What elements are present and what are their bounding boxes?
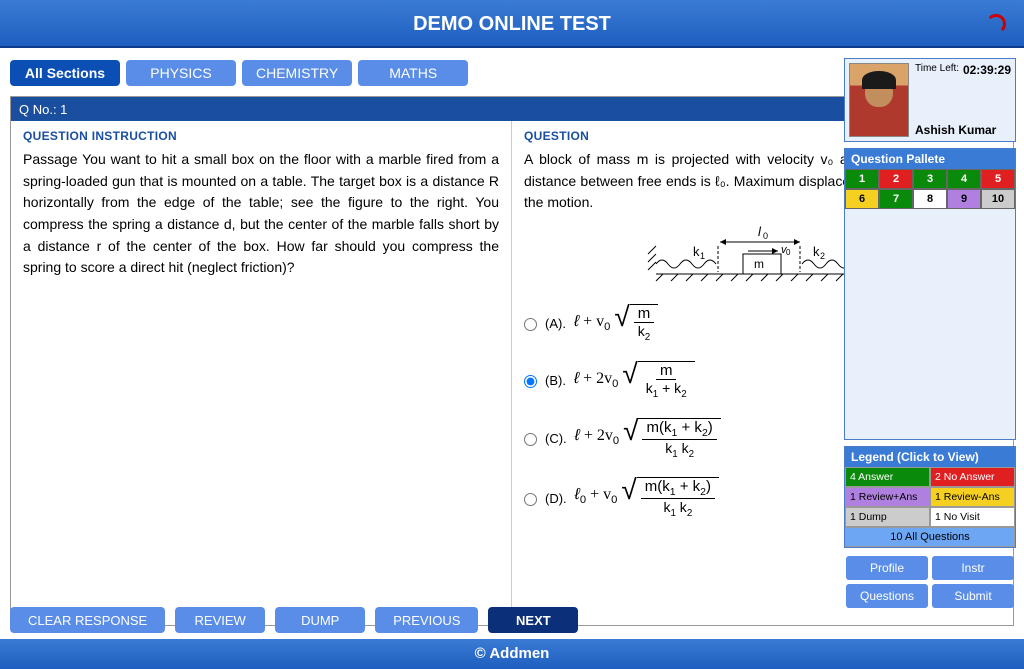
palette-cell-3[interactable]: 3 xyxy=(913,169,947,189)
question-palette: Question Pallete 12345 678910 xyxy=(844,148,1016,440)
dump-button[interactable]: DUMP xyxy=(275,607,365,633)
option-label: (D). xyxy=(545,491,567,506)
submit-button[interactable]: Submit xyxy=(932,584,1014,608)
option-label: (C). xyxy=(545,431,567,446)
legend-panel: Legend (Click to View) 4 Answer2 No Answ… xyxy=(844,446,1016,548)
option-radio-3[interactable] xyxy=(524,493,537,506)
svg-text:m: m xyxy=(754,257,764,271)
profile-button[interactable]: Profile xyxy=(846,556,928,580)
legend-item[interactable]: 1 No Visit xyxy=(930,507,1015,527)
instr-button[interactable]: Instr xyxy=(932,556,1014,580)
palette-cell-10[interactable]: 10 xyxy=(981,189,1015,209)
legend-item[interactable]: 1 Review-Ans xyxy=(930,487,1015,507)
option-radio-1[interactable] xyxy=(524,375,537,388)
svg-text:0: 0 xyxy=(786,248,791,257)
palette-cell-8[interactable]: 8 xyxy=(913,189,947,209)
option-radio-0[interactable] xyxy=(524,318,537,331)
palette-title: Question Pallete xyxy=(845,149,1015,169)
app-title: DEMO ONLINE TEST xyxy=(413,13,611,35)
palette-cell-7[interactable]: 7 xyxy=(879,189,913,209)
section-tab-all-sections[interactable]: All Sections xyxy=(10,60,120,86)
loading-spinner-icon xyxy=(986,14,1006,34)
svg-text:1: 1 xyxy=(700,251,705,261)
option-label: (A). xyxy=(545,316,566,331)
section-tab-physics[interactable]: PHYSICS xyxy=(126,60,236,86)
option-equation: ℓ + 2v0 √m(k1 + k2)k1 k2 xyxy=(575,418,721,460)
palette-cell-9[interactable]: 9 xyxy=(947,189,981,209)
palette-cell-4[interactable]: 4 xyxy=(947,169,981,189)
instruction-text: Passage You want to hit a small box on t… xyxy=(23,149,499,279)
bottom-buttons: CLEAR RESPONSE REVIEW DUMP PREVIOUS NEXT xyxy=(10,607,578,633)
next-button[interactable]: NEXT xyxy=(488,607,578,633)
palette-cell-5[interactable]: 5 xyxy=(981,169,1015,189)
option-label: (B). xyxy=(545,373,566,388)
sidebar: Time Left: 02:39:29 Ashish Kumar Questio… xyxy=(844,58,1016,610)
legend-item[interactable]: 1 Dump xyxy=(845,507,930,527)
palette-cell-2[interactable]: 2 xyxy=(879,169,913,189)
svg-text:k: k xyxy=(693,244,700,259)
option-equation: ℓ + v0 √mk2 xyxy=(574,304,658,343)
legend-total[interactable]: 10 All Questions xyxy=(845,527,1015,547)
palette-cell-1[interactable]: 1 xyxy=(845,169,879,189)
timer-label: Time Left: xyxy=(915,63,959,77)
user-avatar xyxy=(849,63,909,137)
svg-text:0: 0 xyxy=(763,231,768,241)
questions-button[interactable]: Questions xyxy=(846,584,928,608)
legend-item[interactable]: 4 Answer xyxy=(845,467,930,487)
legend-item[interactable]: 2 No Answer xyxy=(930,467,1015,487)
footer: © Addmen xyxy=(0,639,1024,669)
review-button[interactable]: REVIEW xyxy=(175,607,265,633)
previous-button[interactable]: PREVIOUS xyxy=(375,607,478,633)
clear-response-button[interactable]: CLEAR RESPONSE xyxy=(10,607,165,633)
app-header: DEMO ONLINE TEST xyxy=(0,0,1024,48)
svg-text:l: l xyxy=(758,224,762,239)
option-radio-2[interactable] xyxy=(524,433,537,446)
section-tab-chemistry[interactable]: CHEMISTRY xyxy=(242,60,352,86)
user-name: Ashish Kumar xyxy=(915,123,1011,137)
profile-card: Time Left: 02:39:29 Ashish Kumar xyxy=(844,58,1016,142)
question-number: Q No.: 1 xyxy=(19,102,67,117)
timer-value: 02:39:29 xyxy=(963,63,1011,77)
svg-text:k: k xyxy=(813,244,820,259)
section-tab-maths[interactable]: MATHS xyxy=(358,60,468,86)
option-equation: ℓ + 2v0 √mk1 + k2 xyxy=(574,361,695,400)
instruction-title: QUESTION INSTRUCTION xyxy=(23,129,499,143)
legend-title: Legend (Click to View) xyxy=(845,447,1015,467)
option-equation: ℓ0 + v0 √m(k1 + k2)k1 k2 xyxy=(575,477,719,519)
side-buttons-group: ProfileInstrQuestionsSubmit xyxy=(844,554,1016,610)
palette-cell-6[interactable]: 6 xyxy=(845,189,879,209)
svg-text:2: 2 xyxy=(820,251,825,261)
legend-item[interactable]: 1 Review+Ans xyxy=(845,487,930,507)
